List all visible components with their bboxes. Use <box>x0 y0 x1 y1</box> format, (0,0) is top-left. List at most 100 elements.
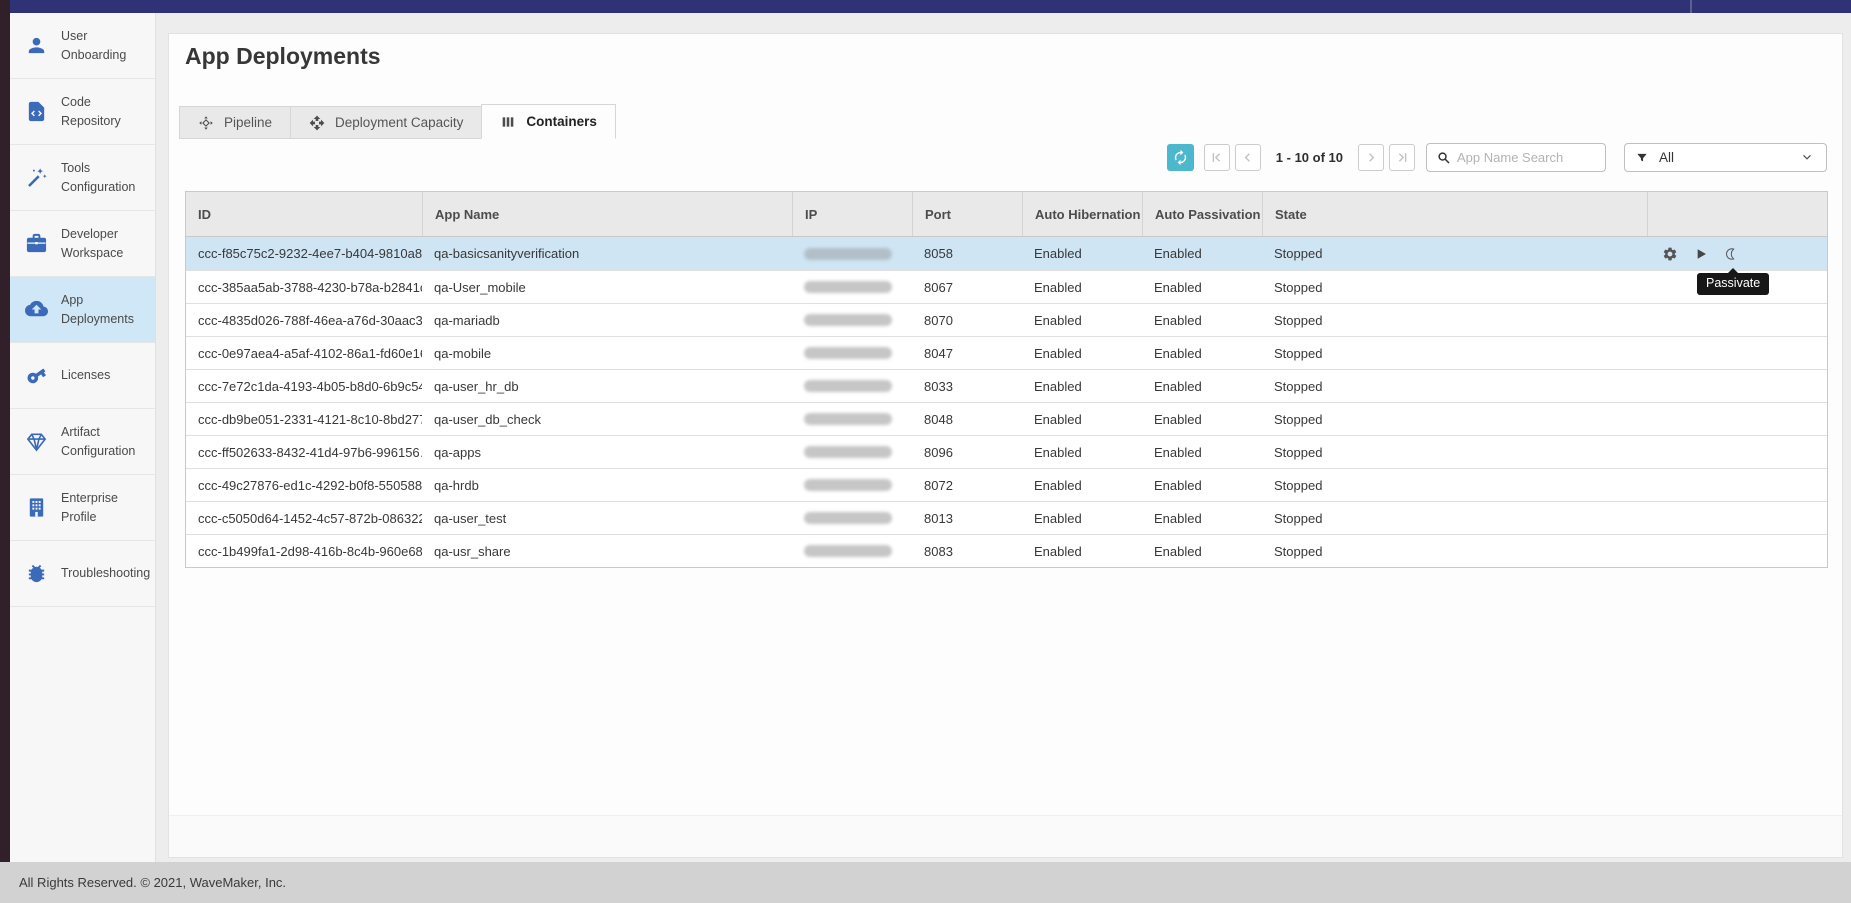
gem-icon <box>25 430 48 453</box>
cell-port: 8048 <box>912 403 1022 435</box>
first-page-button[interactable] <box>1204 144 1230 171</box>
table-row[interactable]: ccc-c5050d64-1452-4c57-872b-086322… qa-u… <box>186 501 1827 534</box>
sidebar: User Onboarding Code Repository Tools Co… <box>10 13 156 862</box>
state-filter-select[interactable]: All <box>1624 143 1827 172</box>
redacted-ip <box>804 314 892 326</box>
user-icon <box>25 34 48 57</box>
refresh-button[interactable] <box>1167 144 1194 171</box>
gear-icon[interactable] <box>1661 245 1679 263</box>
cell-id: ccc-49c27876-ed1c-4292-b0f8-550588… <box>186 469 422 501</box>
cell-state: Stopped <box>1262 436 1647 468</box>
prev-page-icon <box>1240 150 1255 165</box>
cell-auto-hibernation: Enabled <box>1022 469 1142 501</box>
sidebar-items: User Onboarding Code Repository Tools Co… <box>10 13 155 607</box>
cell-id: ccc-c5050d64-1452-4c57-872b-086322… <box>186 502 422 534</box>
cell-state: Stopped <box>1262 337 1647 369</box>
redacted-ip <box>804 248 892 260</box>
cell-auto-hibernation: Enabled <box>1022 502 1142 534</box>
redacted-ip <box>804 479 892 491</box>
copyright-text: All Rights Reserved. © 2021, WaveMaker, … <box>19 875 286 890</box>
play-icon[interactable] <box>1692 245 1710 263</box>
cell-actions <box>1647 403 1827 435</box>
page-title: App Deployments <box>185 43 381 70</box>
search-icon <box>1436 150 1451 165</box>
cell-port: 8096 <box>912 436 1022 468</box>
sidebar-item-label: App Deployments <box>61 291 149 329</box>
sidebar-item-developer-workspace[interactable]: Developer Workspace <box>10 211 155 277</box>
containers-table: IDApp NameIPPortAuto HibernationAuto Pas… <box>185 191 1828 568</box>
sidebar-item-app-deployments[interactable]: App Deployments <box>10 277 155 343</box>
app-name-search-input[interactable] <box>1457 150 1596 165</box>
table-row[interactable]: ccc-db9be051-2331-4121-8c10-8bd277… qa-u… <box>186 402 1827 435</box>
cell-state: Stopped <box>1262 469 1647 501</box>
chevron-down-icon <box>1800 150 1816 166</box>
cell-port: 8083 <box>912 535 1022 567</box>
tooltip-passivate: Passivate <box>1697 273 1769 295</box>
cell-ip <box>792 403 912 435</box>
cell-port: 8072 <box>912 469 1022 501</box>
cell-app-name: qa-mobile <box>422 337 792 369</box>
redacted-ip <box>804 281 892 293</box>
table-row[interactable]: ccc-7e72c1da-4193-4b05-b8d0-6b9c54… qa-u… <box>186 369 1827 402</box>
sidebar-item-enterprise-profile[interactable]: Enterprise Profile <box>10 475 155 541</box>
cell-ip <box>792 337 912 369</box>
cloud-upload-icon <box>25 298 48 321</box>
table-row[interactable]: ccc-f85c75c2-9232-4ee7-b404-9810a8… qa-b… <box>186 237 1827 270</box>
previous-page-button[interactable] <box>1235 144 1261 171</box>
tab-pipeline[interactable]: Pipeline <box>179 106 291 139</box>
sidebar-item-label: Licenses <box>61 366 149 385</box>
cell-ip <box>792 271 912 303</box>
topbar-divider <box>1690 0 1692 13</box>
redacted-ip <box>804 347 892 359</box>
table-header-row: IDApp NameIPPortAuto HibernationAuto Pas… <box>186 192 1827 237</box>
sidebar-item-tools-configuration[interactable]: Tools Configuration <box>10 145 155 211</box>
tab-deployment-capacity[interactable]: Deployment Capacity <box>290 106 482 139</box>
cell-actions <box>1647 436 1827 468</box>
cell-ip <box>792 502 912 534</box>
cell-auto-hibernation: Enabled <box>1022 304 1142 336</box>
cell-port: 8067 <box>912 271 1022 303</box>
bug-icon <box>25 562 48 585</box>
last-page-icon <box>1395 150 1410 165</box>
sidebar-item-troubleshooting[interactable]: Troubleshooting <box>10 541 155 607</box>
screen: User Onboarding Code Repository Tools Co… <box>0 0 1851 903</box>
next-page-button[interactable] <box>1358 144 1384 171</box>
next-page-icon <box>1364 150 1379 165</box>
cell-auto-passivation: Enabled <box>1142 502 1262 534</box>
cell-auto-passivation: Enabled <box>1142 403 1262 435</box>
sidebar-item-artifact-configuration[interactable]: Artifact Configuration <box>10 409 155 475</box>
table-row[interactable]: ccc-1b499fa1-2d98-416b-8c4b-960e68… qa-u… <box>186 534 1827 567</box>
tab-label: Deployment Capacity <box>335 115 463 130</box>
table-row[interactable]: ccc-4835d026-788f-46ea-a76d-30aac3… qa-m… <box>186 303 1827 336</box>
cell-auto-hibernation: Enabled <box>1022 337 1142 369</box>
move-icon <box>309 115 325 131</box>
cell-state: Stopped <box>1262 304 1647 336</box>
table-row[interactable]: ccc-ff502633-8432-41d4-97b6-996156… qa-a… <box>186 435 1827 468</box>
column-header-app-name: App Name <box>422 192 792 236</box>
table-row[interactable]: ccc-49c27876-ed1c-4292-b0f8-550588… qa-h… <box>186 468 1827 501</box>
table-row[interactable]: ccc-385aa5ab-3788-4230-b78a-b2841c… qa-U… <box>186 270 1827 303</box>
tab-containers[interactable]: Containers <box>481 104 616 139</box>
column-header-actions <box>1647 192 1827 236</box>
redacted-ip <box>804 446 892 458</box>
key-icon <box>25 364 48 387</box>
cell-auto-passivation: Enabled <box>1142 337 1262 369</box>
tab-label: Pipeline <box>224 115 272 130</box>
sidebar-item-user-onboarding[interactable]: User Onboarding <box>10 13 155 79</box>
sidebar-item-label: User Onboarding <box>61 27 149 65</box>
sidebar-item-label: Troubleshooting <box>61 564 150 583</box>
moon-icon[interactable] <box>1723 245 1741 263</box>
last-page-button[interactable] <box>1389 144 1415 171</box>
redacted-ip <box>804 545 892 557</box>
cell-ip <box>792 304 912 336</box>
cell-actions <box>1647 535 1827 567</box>
table-row[interactable]: ccc-0e97aea4-a5af-4102-86a1-fd60e16… qa-… <box>186 336 1827 369</box>
sidebar-item-code-repository[interactable]: Code Repository <box>10 79 155 145</box>
sidebar-item-licenses[interactable]: Licenses <box>10 343 155 409</box>
cell-auto-passivation: Enabled <box>1142 304 1262 336</box>
top-navbar <box>0 0 1851 13</box>
left-edge-strip <box>0 0 10 862</box>
cell-port: 8070 <box>912 304 1022 336</box>
pagination-label: 1 - 10 of 10 <box>1276 150 1343 165</box>
cell-id: ccc-4835d026-788f-46ea-a76d-30aac3… <box>186 304 422 336</box>
